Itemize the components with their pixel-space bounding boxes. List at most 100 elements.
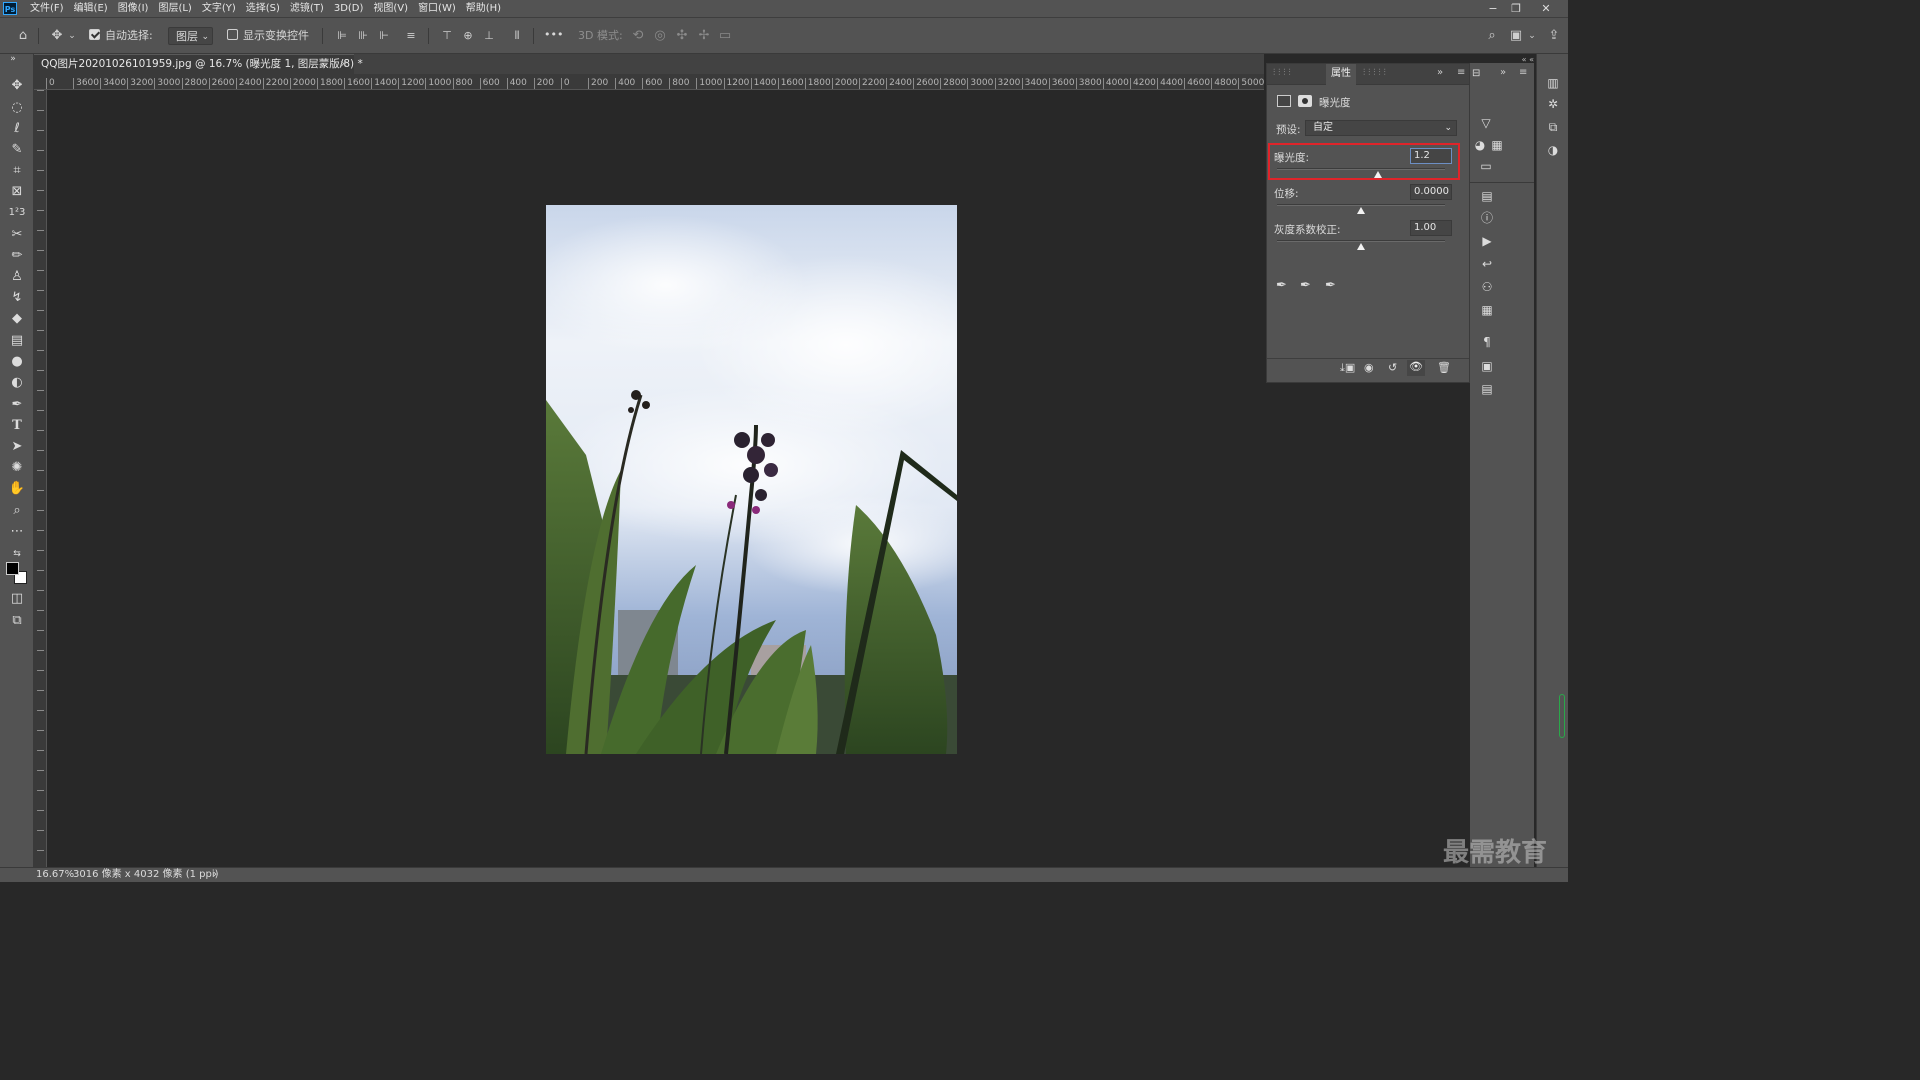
align-top-icon[interactable]: ⊤ [440,28,454,44]
offset-input[interactable]: 0.0000 [1410,184,1452,200]
menu-edit[interactable]: 编辑(E) [69,0,113,17]
eyedropper-tool-icon[interactable]: 1²3 [4,203,30,223]
gray-point-eyedropper-icon[interactable]: ✒ [1300,278,1311,293]
libraries-icon[interactable]: ⧉ [1543,119,1563,135]
marquee-tool-icon[interactable]: ◌ [4,98,30,118]
align-bottom-icon[interactable]: ⊥ [482,28,496,44]
actions-play-icon[interactable]: ▶ [1477,233,1497,249]
panel-menu-icon[interactable]: ≡ [1519,67,1527,78]
more-options-button[interactable]: ••• [544,26,563,44]
close-tab-icon[interactable]: × [339,55,348,74]
quick-mask-icon[interactable]: ◫ [4,589,30,609]
align-left-icon[interactable]: ⊫ [335,28,349,44]
preset-dropdown[interactable]: 自定 ⌄ [1305,120,1457,136]
auto-select-check-icon[interactable] [89,29,100,40]
info-icon[interactable]: ⓘ [1477,210,1497,226]
chevron-down-icon[interactable]: ⌄ [67,28,77,44]
adjustments-icon[interactable]: ▽ [1476,115,1496,131]
3d-slide-icon[interactable]: ✢ [696,28,712,44]
gamma-slider-track[interactable] [1277,240,1445,242]
swap-colors-icon[interactable]: ⇆ [4,544,30,564]
paragraph-icon[interactable]: ¶ [1477,334,1497,350]
offset-slider-track[interactable] [1277,204,1445,206]
black-point-eyedropper-icon[interactable]: ✒ [1276,278,1287,293]
3d-video-icon[interactable]: ▭ [717,28,733,44]
path-select-tool-icon[interactable]: ➤ [4,437,30,457]
layers-icon[interactable]: ▤ [1477,188,1497,204]
menu-3d[interactable]: 3D(D) [329,0,369,17]
zoom-level[interactable]: 16.67% [36,868,74,882]
document-tab[interactable]: QQ图片20201026101959.jpg @ 16.7% (曝光度 1, 图… [34,54,363,74]
frame-tool-icon[interactable]: ⊠ [4,182,30,202]
more-tools-icon[interactable]: ⋯ [4,522,30,542]
healing-tool-icon[interactable]: ✂ [4,225,30,245]
type-tool-icon[interactable]: T [4,416,30,436]
share-icon[interactable]: ⇪ [1545,28,1563,44]
menu-layer[interactable]: 图层(L) [153,0,196,17]
move-tool-icon[interactable]: ✥ [4,76,30,96]
screen-mode-icon[interactable]: ⧉ [4,611,30,631]
properties-icon[interactable]: ◑ [1543,142,1563,158]
table-icon[interactable]: ▦ [1477,302,1497,318]
align-right-icon[interactable]: ⊩ [377,28,391,44]
navigator-icon[interactable]: ✲ [1543,96,1563,112]
chevron-down-icon[interactable]: ⌄ [1527,28,1537,44]
expand-icon[interactable]: » [1437,67,1443,78]
notes-icon[interactable]: ▤ [1477,381,1497,397]
exposure-slider-track[interactable] [1277,168,1445,170]
distribute-vertical-icon[interactable]: ≡ [404,28,418,44]
document-image[interactable] [546,205,957,754]
brush-tool-icon[interactable]: ✏ [4,246,30,266]
restore-button[interactable]: ❐ [1505,0,1527,17]
view-previous-icon[interactable]: ◉ [1364,361,1374,374]
histogram-icon[interactable]: ▥ [1543,75,1563,91]
workspace-icon[interactable]: ▣ [1507,28,1525,44]
show-transform-check-icon[interactable] [227,29,238,40]
distribute-horizontal-icon[interactable]: ⦀ [510,28,524,44]
collapsed-tabs-icon[interactable]: ⫶ ⫶ ⫶ ⫶ ⫶ [1363,68,1386,78]
crop-tool-icon[interactable]: ⌗ [4,161,30,181]
history-icon[interactable]: ↩ [1477,256,1497,272]
quick-select-tool-icon[interactable]: ✎ [4,140,30,160]
foreground-color-swatch[interactable] [6,562,19,575]
history-brush-tool-icon[interactable]: ↯ [4,288,30,308]
zoom-tool-icon[interactable]: ⌕ [4,501,30,521]
align-middle-icon[interactable]: ⊕ [461,28,475,44]
menu-view[interactable]: 视图(V) [368,0,413,17]
hand-tool-icon[interactable]: ✋ [4,479,30,499]
blur-tool-icon[interactable]: ● [4,352,30,372]
swatches-icon[interactable]: ▦ [1487,137,1507,153]
3d-pan-icon[interactable]: ✣ [674,28,690,44]
dodge-tool-icon[interactable]: ◐ [4,373,30,393]
search-icon[interactable]: ⌕ [1483,28,1501,44]
panel-menu-icon[interactable]: ≡ [1457,67,1465,78]
collapsed-tabs-icon[interactable]: ⫶ ⫶ ⫶ ⫶ [1273,68,1291,78]
tab-properties[interactable]: 属性 [1326,64,1356,85]
gradient-icon[interactable]: ▭ [1476,158,1496,174]
clip-to-layer-icon[interactable]: ⤓▣ [1340,361,1355,375]
menu-filter[interactable]: 滤镜(T) [285,0,329,17]
paths-icon[interactable]: ⚇ [1477,279,1497,295]
exposure-slider-thumb[interactable] [1373,171,1382,178]
align-center-icon[interactable]: ⊪ [356,28,370,44]
menu-select[interactable]: 选择(S) [241,0,285,17]
visibility-eye-icon[interactable]: 👁 [1407,360,1425,376]
status-menu-arrow[interactable]: › [213,868,217,882]
show-transform-checkbox[interactable]: 显示变换控件 [227,27,309,45]
exposure-input[interactable]: 1.2 [1410,148,1452,164]
layer-mask-icon[interactable] [1298,95,1312,107]
home-icon[interactable]: ⌂ [14,28,32,44]
minimize-button[interactable]: − [1482,0,1504,17]
lasso-tool-icon[interactable]: ℓ [4,119,30,139]
menu-image[interactable]: 图像(I) [113,0,154,17]
offset-slider-thumb[interactable] [1357,207,1365,214]
eraser-tool-icon[interactable]: ◆ [4,309,30,329]
auto-select-checkbox[interactable]: 自动选择: [89,27,153,45]
gamma-input[interactable]: 1.00 [1410,220,1452,236]
panel-tab-icon[interactable]: ⊟ [1472,68,1480,79]
gradient-tool-icon[interactable]: ▤ [4,331,30,351]
menu-window[interactable]: 窗口(W) [413,0,461,17]
stamp-tool-icon[interactable]: ♙ [4,267,30,287]
shape-tool-icon[interactable]: ✺ [4,458,30,478]
pen-tool-icon[interactable]: ✒ [4,395,30,415]
